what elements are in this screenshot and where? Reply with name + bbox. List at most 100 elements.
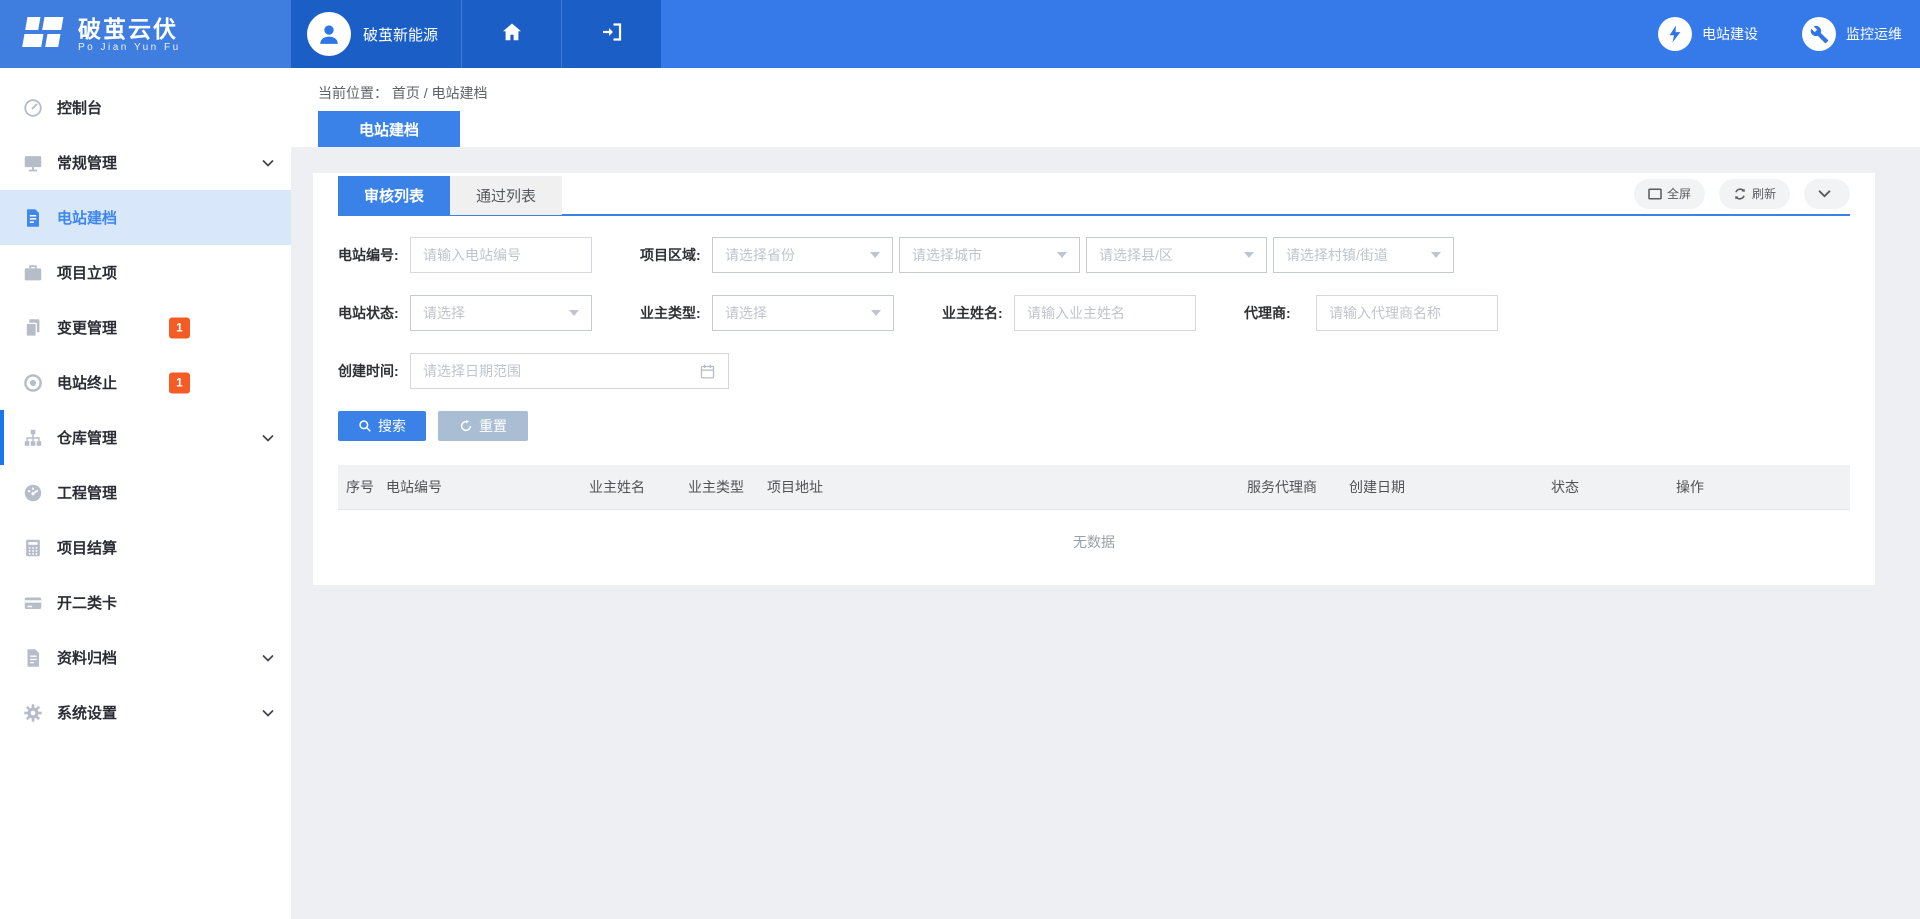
sidebar-item-label: 资料归档 (57, 647, 117, 668)
header-nav: 电站建设 监控运维 (661, 0, 1920, 68)
chevron-down-icon (262, 704, 274, 722)
nav-station-build-label: 电站建设 (1702, 24, 1758, 44)
sidebar-item-project-initiation[interactable]: 项目立项 (0, 245, 291, 300)
bolt-icon (1658, 17, 1692, 51)
col-service-agent: 服务代理商 (1247, 477, 1349, 497)
brand-logo-icon (18, 14, 66, 55)
main-content: 当前位置： 首页 / 电站建档 电站建档 审核列表 通过列表 全屏 (291, 68, 1920, 919)
caret-down-icon (870, 252, 880, 258)
sidebar-item-change-mgmt[interactable]: 变更管理 1 (0, 300, 291, 355)
document-icon (21, 206, 45, 230)
owner-type-label: 业主类型: (640, 303, 712, 323)
sidebar-item-system-settings[interactable]: 系统设置 (0, 685, 291, 740)
district-select[interactable]: 请选择县/区 (1086, 237, 1267, 273)
fullscreen-button[interactable]: 全屏 (1634, 179, 1705, 209)
logout-button[interactable] (561, 0, 661, 68)
city-select[interactable]: 请选择城市 (899, 237, 1080, 273)
sitemap-icon (21, 426, 45, 450)
home-button[interactable] (461, 0, 561, 68)
station-status-select[interactable]: 请选择 (410, 295, 592, 331)
tab-passed-list[interactable]: 通过列表 (450, 176, 562, 215)
station-status-label: 电站状态: (338, 303, 410, 323)
sidebar: 控制台 常规管理 电站建档 项目立项 (0, 68, 291, 919)
sidebar-item-project-settlement[interactable]: 项目结算 (0, 520, 291, 575)
nav-station-build[interactable]: 电站建设 (1658, 17, 1758, 51)
monitor-icon (21, 151, 45, 175)
wrench-icon (1802, 17, 1836, 51)
chevron-down-icon (1818, 189, 1831, 198)
col-status: 状态 (1551, 477, 1676, 497)
calculator-icon (21, 536, 45, 560)
gear-icon (21, 701, 45, 725)
date-range-input[interactable]: 请选择日期范围 (410, 353, 729, 389)
avatar (307, 12, 351, 56)
col-create-date: 创建日期 (1349, 477, 1551, 497)
sidebar-item-console[interactable]: 控制台 (0, 80, 291, 135)
station-no-label: 电站编号: (338, 245, 410, 265)
agent-label: 代理商: (1244, 303, 1316, 323)
search-button[interactable]: 搜索 (338, 411, 426, 441)
sidebar-item-engineering-mgmt[interactable]: 工程管理 (0, 465, 291, 520)
filter-row-1: 电站编号: 项目区域: 请选择省份 请选择城市 (338, 237, 1850, 273)
sidebar-item-station-termination[interactable]: 电站终止 1 (0, 355, 291, 410)
col-project-address: 项目地址 (767, 477, 1247, 497)
chevron-down-icon (262, 429, 274, 447)
col-index: 序号 (346, 477, 386, 497)
caret-down-icon (1244, 252, 1254, 258)
sidebar-item-label: 系统设置 (57, 702, 117, 723)
user-menu[interactable]: 破茧新能源 (291, 0, 461, 68)
caret-down-icon (871, 310, 881, 316)
region-label: 项目区域: (640, 245, 712, 265)
nav-monitor-ops[interactable]: 监控运维 (1802, 17, 1902, 51)
station-no-input[interactable] (410, 237, 592, 273)
panel-tabs-row: 审核列表 通过列表 全屏 刷新 (338, 177, 1850, 216)
breadcrumb-strip: 当前位置： 首页 / 电站建档 电站建档 (291, 68, 1920, 147)
col-station-no: 电站编号 (386, 477, 589, 497)
breadcrumb-prefix: 当前位置： (318, 85, 388, 101)
sidebar-item-warehouse-mgmt[interactable]: 仓库管理 (0, 410, 291, 465)
page-tab-station-filing[interactable]: 电站建档 (318, 111, 460, 147)
sidebar-item-label: 仓库管理 (57, 427, 117, 448)
township-select[interactable]: 请选择村镇/街道 (1273, 237, 1454, 273)
sidebar-item-open-type2-card[interactable]: 开二类卡 (0, 575, 291, 630)
calendar-icon (699, 363, 716, 380)
target-icon (21, 371, 45, 395)
brand-logo: 破茧云伏 Po Jian Yun Fu (0, 0, 291, 68)
table-header: 序号 电站编号 业主姓名 业主类型 项目地址 服务代理商 创建日期 状态 操作 (338, 465, 1850, 510)
nav-monitor-ops-label: 监控运维 (1846, 24, 1902, 44)
agent-input[interactable] (1316, 295, 1498, 331)
province-select[interactable]: 请选择省份 (712, 237, 893, 273)
refresh-button[interactable]: 刷新 (1719, 179, 1790, 209)
file-archive-icon (21, 646, 45, 670)
reset-button[interactable]: 重置 (438, 411, 528, 441)
tab-review-list[interactable]: 审核列表 (338, 176, 450, 215)
search-label: 搜索 (378, 416, 406, 436)
sidebar-item-station-filing[interactable]: 电站建档 (0, 190, 291, 245)
caret-down-icon (1431, 252, 1441, 258)
sidebar-item-archives[interactable]: 资料归档 (0, 630, 291, 685)
bank-card-icon (21, 591, 45, 615)
owner-name-label: 业主姓名: (942, 303, 1014, 323)
refresh-icon (1733, 187, 1747, 201)
brand-subtitle: Po Jian Yun Fu (78, 42, 181, 53)
col-actions: 操作 (1676, 477, 1850, 497)
owner-name-input[interactable] (1014, 295, 1196, 331)
notification-badge: 1 (169, 372, 190, 393)
app-header: 破茧云伏 Po Jian Yun Fu 破茧新能源 电站建设 (0, 0, 1920, 68)
sidebar-item-label: 变更管理 (57, 317, 117, 338)
breadcrumb-path[interactable]: 首页 / 电站建档 (392, 85, 488, 101)
col-owner-type: 业主类型 (688, 477, 767, 497)
reset-icon (459, 419, 473, 433)
sidebar-item-general-mgmt[interactable]: 常规管理 (0, 135, 291, 190)
collapse-button[interactable] (1804, 179, 1850, 209)
content-panel: 审核列表 通过列表 全屏 刷新 (313, 173, 1875, 585)
fullscreen-icon (1648, 188, 1662, 200)
speedometer-icon (21, 481, 45, 505)
chevron-down-icon (262, 649, 274, 667)
sidebar-item-label: 工程管理 (57, 482, 117, 503)
active-indicator-bar (0, 410, 4, 465)
filter-actions: 搜索 重置 (338, 411, 1850, 441)
sidebar-item-label: 电站建档 (57, 207, 117, 228)
chevron-down-icon (262, 154, 274, 172)
owner-type-select[interactable]: 请选择 (712, 295, 894, 331)
